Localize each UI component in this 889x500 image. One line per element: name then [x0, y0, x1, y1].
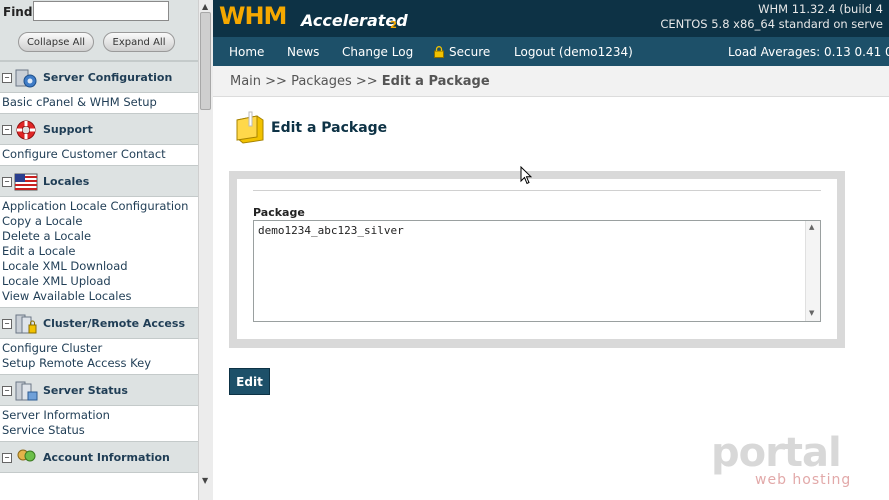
- find-input[interactable]: [33, 1, 169, 21]
- breadcrumb: Main >> Packages >> Edit a Package: [213, 66, 889, 97]
- section-title: Cluster/Remote Access: [43, 317, 185, 330]
- section-items: Configure Customer Contact: [0, 145, 198, 165]
- load-averages: Load Averages: 0.13 0.41 0: [728, 45, 889, 59]
- collapse-toggle-icon[interactable]: −: [2, 319, 12, 329]
- account-icon: [17, 449, 36, 462]
- logo-subscript: 2: [390, 20, 397, 31]
- version-text: WHM 11.32.4 (build 4: [758, 2, 883, 16]
- nav-home[interactable]: Home: [229, 45, 264, 59]
- breadcrumb-text: Main >> Packages >> Edit a Package: [230, 74, 490, 89]
- section-title: Account Information: [43, 451, 170, 464]
- collapse-toggle-icon[interactable]: −: [2, 453, 12, 463]
- section-title: Server Configuration: [43, 71, 173, 84]
- section-server-status[interactable]: − Server Status: [0, 374, 198, 406]
- scroll-up-icon[interactable]: ▲: [202, 2, 208, 11]
- server-status-icon: [15, 381, 38, 401]
- edit-package-form: Package demo1234_abc123_silver ▲ ▼: [229, 171, 845, 348]
- sidebar-item-remote-access-key[interactable]: Setup Remote Access Key: [2, 356, 198, 371]
- section-items: Server Information Service Status: [0, 406, 198, 441]
- sidebar-item-locale-xml-upload[interactable]: Locale XML Upload: [2, 274, 198, 289]
- sidebar-item-configure-contact[interactable]: Configure Customer Contact: [2, 147, 198, 162]
- sidebar-item-basic-setup[interactable]: Basic cPanel & WHM Setup: [2, 95, 198, 110]
- sidebar-item-server-information[interactable]: Server Information: [2, 408, 198, 423]
- section-items: Application Locale Configuration Copy a …: [0, 197, 198, 307]
- sidebar-item-view-locales[interactable]: View Available Locales: [2, 289, 198, 304]
- scroll-up-icon[interactable]: ▲: [809, 223, 814, 231]
- find-label: Find: [3, 5, 33, 19]
- watermark-main: portal: [711, 430, 842, 476]
- nav-logout[interactable]: Logout (demo1234): [514, 45, 633, 59]
- form-panel: Package demo1234_abc123_silver ▲ ▼: [237, 179, 837, 339]
- package-select[interactable]: demo1234_abc123_silver ▲ ▼: [253, 220, 821, 322]
- section-items: Configure Cluster Setup Remote Access Ke…: [0, 339, 198, 374]
- flag-icon: [14, 173, 38, 191]
- scroll-thumb[interactable]: [200, 12, 211, 110]
- server-lock-icon: [15, 314, 37, 334]
- collapse-toggle-icon[interactable]: −: [2, 177, 12, 187]
- package-option[interactable]: demo1234_abc123_silver: [258, 224, 404, 237]
- portal-watermark: portal web hosting: [711, 430, 861, 490]
- section-cluster-remote-access[interactable]: − Cluster/Remote Access: [0, 307, 198, 339]
- gear-icon: [15, 69, 37, 88]
- breadcrumb-current: Edit a Package: [381, 74, 490, 89]
- scroll-down-icon[interactable]: ▼: [202, 476, 208, 485]
- lifebuoy-icon: [16, 120, 36, 140]
- edit-button[interactable]: Edit: [229, 368, 270, 395]
- nav-secure[interactable]: Secure: [449, 45, 490, 59]
- sidebar-item-edit-locale[interactable]: Edit a Locale: [2, 244, 198, 259]
- os-text: CENTOS 5.8 x86_64 standard on serve: [660, 17, 883, 31]
- sidebar: Find Collapse All Expand All − Server Co…: [0, 0, 199, 500]
- section-title: Locales: [43, 175, 90, 188]
- section-title: Support: [43, 123, 93, 136]
- expand-all-button[interactable]: Expand All: [103, 32, 175, 52]
- scroll-down-icon[interactable]: ▼: [809, 309, 814, 317]
- breadcrumb-path[interactable]: Main >> Packages >>: [230, 74, 382, 89]
- sidebar-item-app-locale-config[interactable]: Application Locale Configuration: [2, 199, 198, 214]
- nav-bar: Home News Change Log Secure Logout (demo…: [213, 37, 889, 66]
- mouse-cursor-icon: [520, 166, 532, 185]
- collapse-all-button[interactable]: Collapse All: [18, 32, 94, 52]
- package-label: Package: [253, 206, 305, 219]
- sidebar-item-configure-cluster[interactable]: Configure Cluster: [2, 341, 198, 356]
- watermark-sub: web hosting: [755, 472, 852, 488]
- sidebar-item-delete-locale[interactable]: Delete a Locale: [2, 229, 198, 244]
- collapse-toggle-icon[interactable]: −: [2, 386, 12, 396]
- package-folder-icon: [236, 111, 264, 144]
- section-title: Server Status: [43, 384, 128, 397]
- section-account-information[interactable]: − Account Information: [0, 441, 198, 473]
- find-bar: Find Collapse All Expand All: [0, 0, 198, 61]
- section-locales[interactable]: − Locales: [0, 165, 198, 197]
- nav-change-log[interactable]: Change Log: [342, 45, 413, 59]
- section-server-configuration[interactable]: − Server Configuration: [0, 61, 198, 93]
- main-content: WHM Accelerated 2 WHM 11.32.4 (build 4 C…: [213, 0, 889, 500]
- collapse-toggle-icon[interactable]: −: [2, 125, 12, 135]
- collapse-toggle-icon[interactable]: −: [2, 73, 12, 83]
- form-divider: [253, 190, 821, 191]
- sidebar-item-copy-locale[interactable]: Copy a Locale: [2, 214, 198, 229]
- section-support[interactable]: − Support: [0, 113, 198, 145]
- logo-whm: WHM: [219, 2, 287, 30]
- header-bar: WHM Accelerated 2 WHM 11.32.4 (build 4 C…: [213, 0, 889, 37]
- page-title: Edit a Package: [271, 120, 388, 136]
- package-list-scrollbar[interactable]: ▲ ▼: [805, 221, 820, 321]
- sidebar-item-service-status[interactable]: Service Status: [2, 423, 198, 438]
- sidebar-scrollbar[interactable]: ▲ ▼: [198, 0, 213, 500]
- lock-icon: [434, 46, 444, 58]
- sidebar-item-locale-xml-download[interactable]: Locale XML Download: [2, 259, 198, 274]
- nav-news[interactable]: News: [287, 45, 319, 59]
- section-items: Basic cPanel & WHM Setup: [0, 93, 198, 113]
